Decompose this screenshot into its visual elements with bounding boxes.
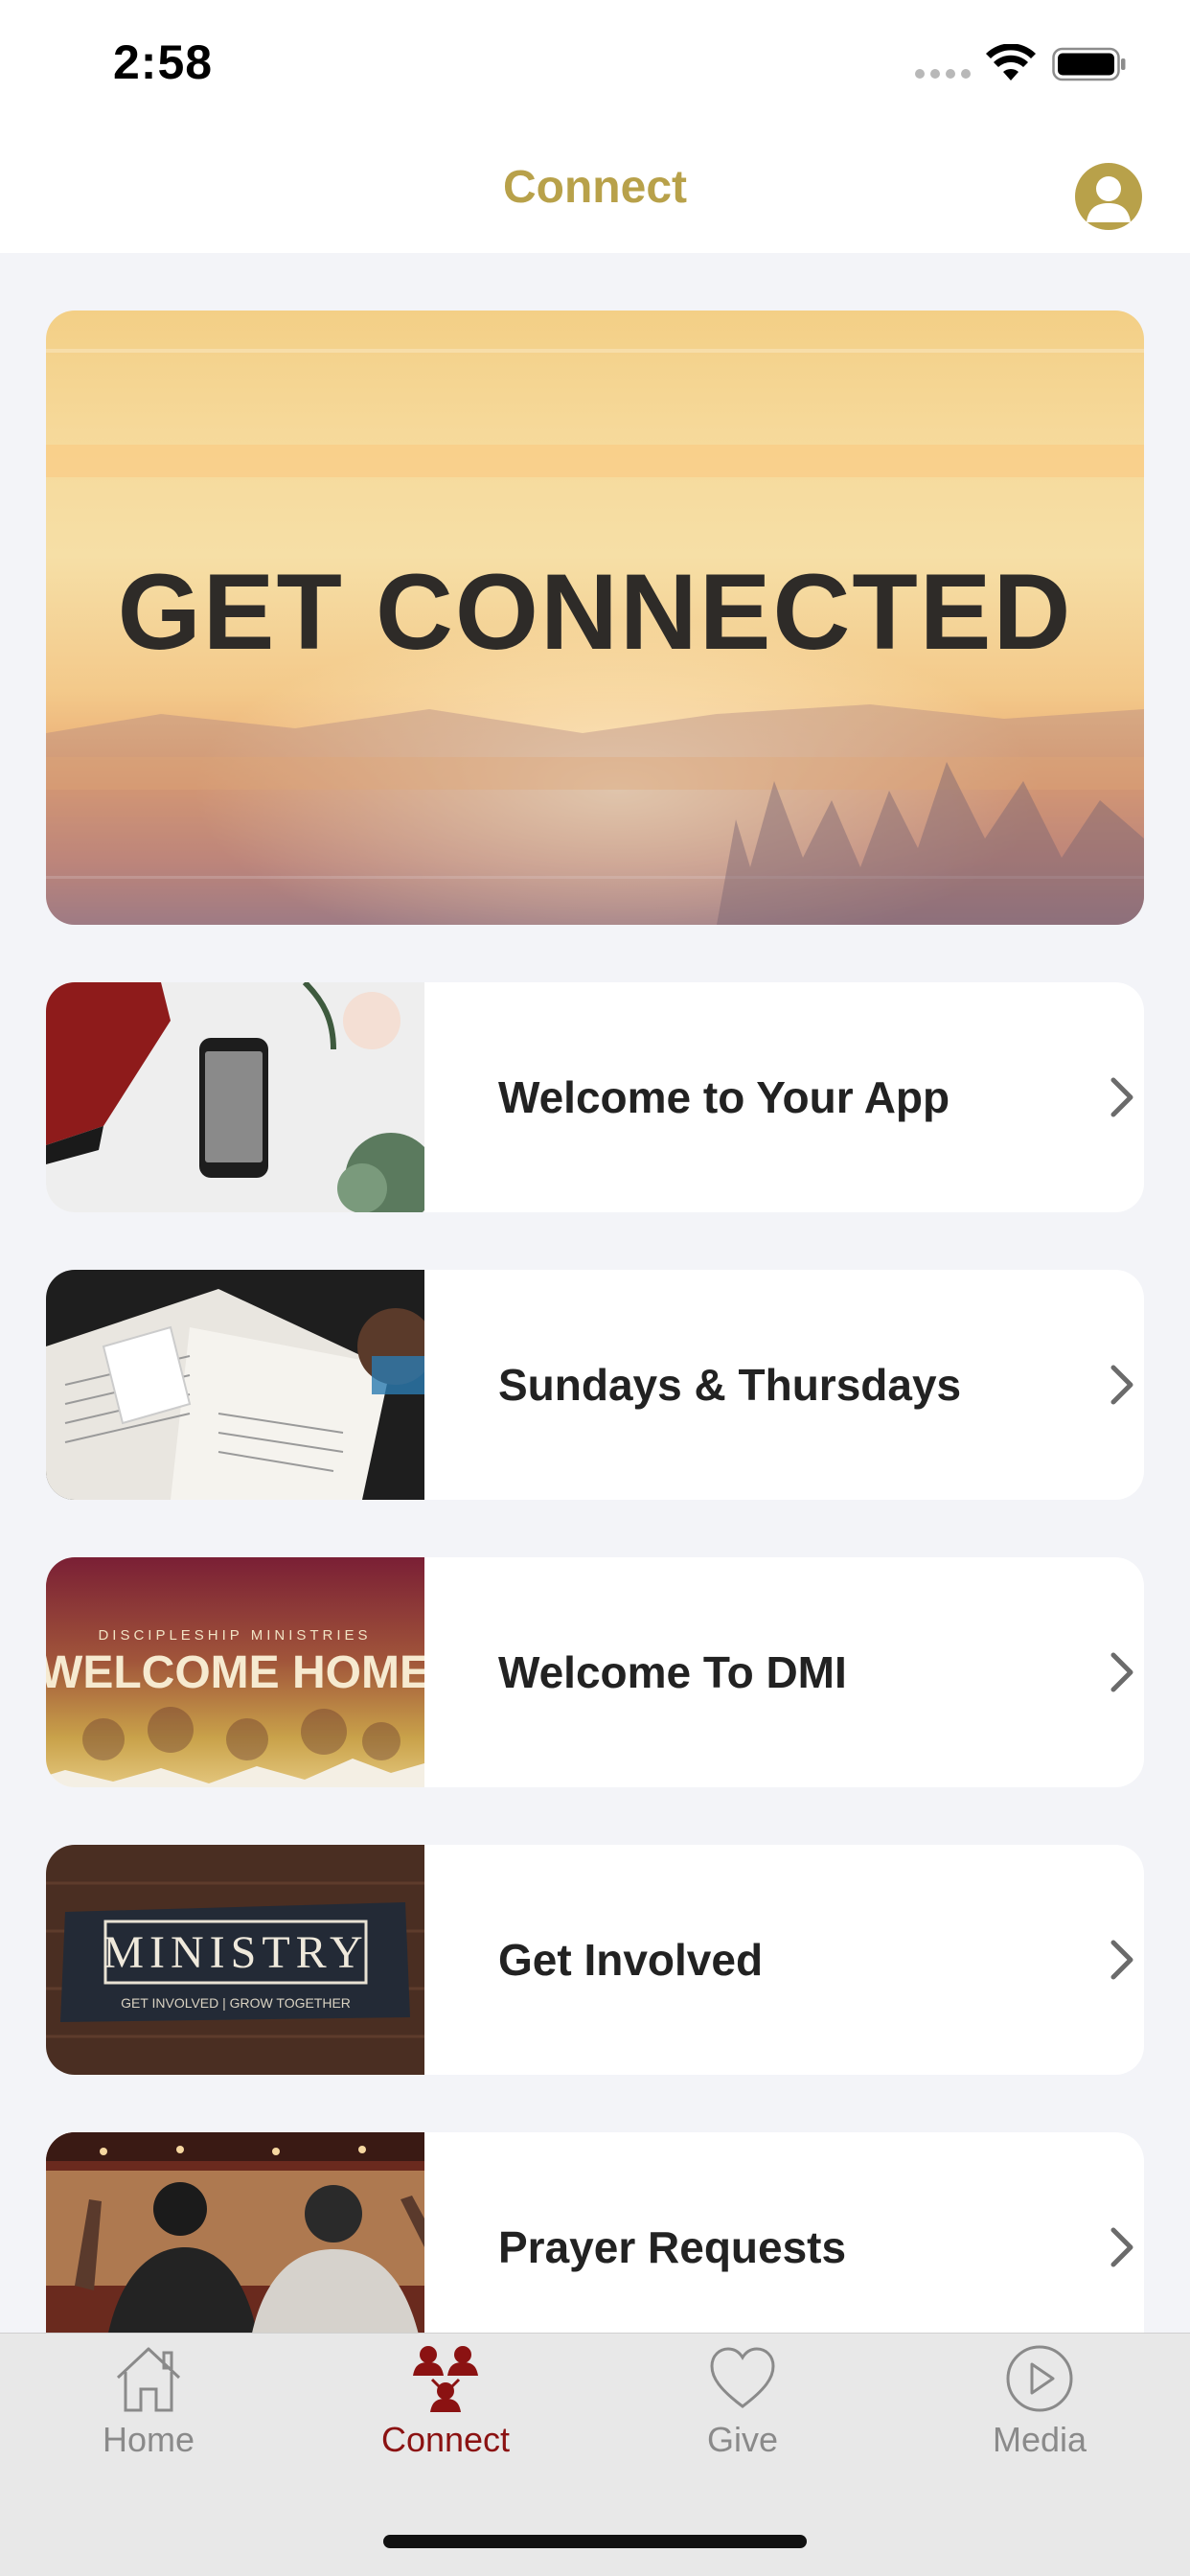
chevron-right-icon [1110,1077,1133,1117]
card-label: Welcome To DMI [498,1647,847,1697]
connect-icon [413,2346,478,2412]
list-item-welcome-dmi[interactable]: DISCIPLESHIP MINISTRIES WELCOME HOME Wel… [46,1557,1144,1787]
banner-title: GET CONNECTED [117,552,1073,672]
list-item-welcome-app[interactable]: Welcome to Your App [46,982,1144,1212]
phone-photo-thumbnail [46,982,424,1212]
home-icon [116,2347,181,2412]
tab-home[interactable]: Home [0,2343,297,2487]
heart-icon [710,2347,775,2408]
thumb-caption: DISCIPLESHIP MINISTRIES [98,1627,371,1644]
card-label: Sundays & Thursdays [498,1360,962,1410]
status-time: 2:58 [113,35,214,89]
cellular-signal-icon [915,69,971,79]
thumb-title: WELCOME HOME [46,1647,424,1698]
list-item-prayer-requests[interactable]: Prayer Requests [46,2132,1144,2362]
card-label: Prayer Requests [498,2222,847,2272]
list-item-get-involved[interactable]: MINISTRY GET INVOLVED | GROW TOGETHER Ge… [46,1845,1144,2075]
home-indicator[interactable] [383,2535,807,2548]
connect-screen: 2:58 Connect GET CONNECTED Welcome to Yo… [0,0,1190,2576]
list-item-sundays-thursdays[interactable]: Sundays & Thursdays [46,1270,1144,1500]
status-bar: 2:58 [0,0,1190,134]
chevron-right-icon [1110,2227,1133,2267]
tab-media[interactable]: Media [891,2343,1188,2487]
tab-label: Give [706,2420,779,2459]
bible-notebook-thumbnail [46,1270,424,1500]
get-connected-banner[interactable]: GET CONNECTED [46,310,1144,925]
play-icon [1006,2345,1073,2412]
tab-label: Media [992,2420,1087,2459]
welcome-home-thumbnail: DISCIPLESHIP MINISTRIES WELCOME HOME [46,1557,424,1787]
card-label: Welcome to Your App [498,1072,950,1122]
user-icon [1087,176,1131,222]
prayer-group-thumbnail [46,2132,424,2362]
card-label: Get Involved [498,1935,764,1985]
wifi-icon [986,44,1036,80]
chevron-right-icon [1110,1365,1133,1405]
profile-button[interactable] [1075,163,1142,230]
ministry-thumbnail: MINISTRY GET INVOLVED | GROW TOGETHER [46,1845,424,2075]
thumb-caption: GET INVOLVED | GROW TOGETHER [121,1995,351,2011]
tab-label: Home [102,2420,195,2459]
page-title: Connect [503,162,687,213]
battery-icon [1052,47,1126,81]
nav-header: Connect [0,134,1190,253]
chevron-right-icon [1110,1940,1133,1980]
mountain-silhouette [46,704,1144,925]
tab-give[interactable]: Give [594,2343,891,2487]
thumb-title: MINISTRY [103,1927,368,1978]
chevron-right-icon [1110,1652,1133,1692]
tab-label: Connect [380,2420,511,2459]
tab-connect[interactable]: Connect [297,2343,594,2487]
